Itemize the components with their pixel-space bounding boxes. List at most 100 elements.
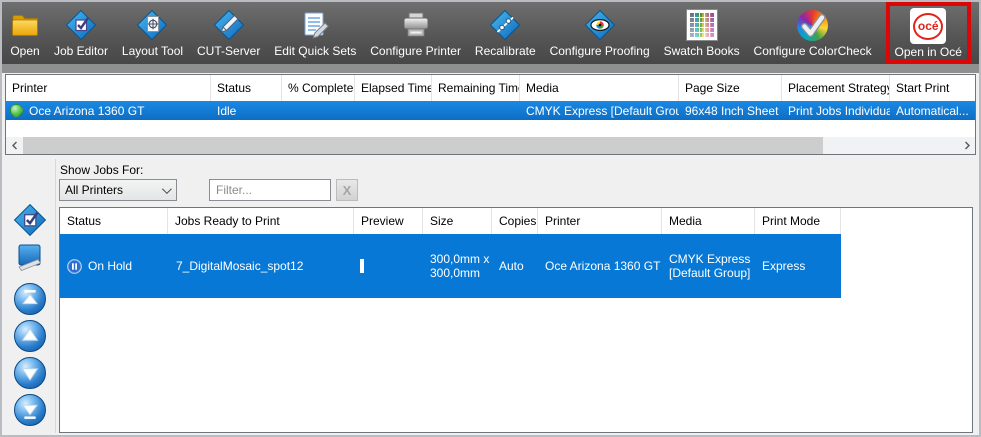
layout-tool-button[interactable]: Layout Tool	[122, 2, 183, 64]
printer-placement-strategy: Print Jobs Individually	[782, 104, 890, 118]
column-header-elapsed-time[interactable]: Elapsed Time	[355, 75, 432, 101]
show-jobs-for-label: Show Jobs For:	[60, 163, 143, 177]
column-header-status[interactable]: Status	[211, 75, 282, 101]
color-wheel-check-icon	[797, 7, 828, 43]
printer-table-hscrollbar[interactable]	[6, 137, 975, 154]
recalibrate-button[interactable]: Recalibrate	[475, 2, 536, 64]
jobs-table-empty-area	[60, 298, 972, 432]
move-job-up-button[interactable]	[14, 320, 46, 352]
toolbar-button-label: Recalibrate	[475, 44, 536, 58]
job-media-line1: CMYK Express	[669, 252, 755, 266]
job-status: On Hold	[88, 259, 132, 273]
color-swatch-grid-icon	[687, 7, 717, 43]
printer-row-selected[interactable]: Oce Arizona 1360 GT Idle CMYK Express [D…	[6, 101, 975, 120]
arrow-up-icon	[15, 320, 45, 352]
scrollbar-thumb[interactable]	[23, 137, 823, 154]
toolbar-button-label: CUT-Server	[197, 44, 260, 58]
job-copies: Auto	[492, 259, 538, 273]
arrow-down-icon	[15, 357, 45, 389]
toolbar-button-label: Configure ColorCheck	[754, 44, 872, 58]
job-editor-diamond-icon	[13, 203, 47, 237]
toolbar-button-label: Open in Océ	[895, 45, 962, 59]
column-header-printer[interactable]: Printer	[6, 75, 211, 101]
column-header-page-size[interactable]: Page Size	[679, 75, 782, 101]
toolbar-button-label: Edit Quick Sets	[274, 44, 356, 58]
edit-quick-sets-button[interactable]: Edit Quick Sets	[274, 2, 356, 64]
filter-input[interactable]	[209, 179, 331, 201]
recalibrate-icon	[489, 7, 521, 43]
job-name: 7_DigitalMosaic_spot12	[168, 259, 354, 273]
layout-tool-icon	[136, 7, 168, 43]
job-size-line2: 300,0mm	[430, 266, 492, 280]
column-header-percent-complete[interactable]: % Complete	[282, 75, 355, 101]
on-hold-pause-icon	[67, 259, 82, 274]
column-header-jobs-ready[interactable]: Jobs Ready to Print	[168, 208, 354, 234]
main-toolbar: Open Job Editor Layout To	[2, 2, 979, 64]
cut-server-button[interactable]: CUT-Server	[197, 2, 260, 64]
eye-icon	[584, 7, 616, 43]
oce-logo-text: océ	[918, 20, 939, 32]
printer-status: Idle	[211, 104, 282, 118]
notepad-pencil-icon	[299, 7, 331, 43]
scrollbar-track[interactable]	[823, 137, 958, 154]
job-actions-sidebar	[4, 159, 56, 433]
job-preview-thumbnail	[360, 259, 364, 273]
edit-job-sidebar-button[interactable]	[15, 241, 45, 271]
job-editor-icon	[65, 7, 97, 43]
jobs-header-filler	[841, 208, 972, 234]
printer-page-size: 96x48 Inch Sheet	[679, 104, 782, 118]
job-editor-button[interactable]: Job Editor	[54, 2, 108, 64]
configure-proofing-button[interactable]: Configure Proofing	[550, 2, 650, 64]
toolbar-button-label: Job Editor	[54, 44, 108, 58]
column-header-copies[interactable]: Copies	[492, 208, 538, 234]
cut-server-icon	[213, 7, 245, 43]
toolbar-button-label: Layout Tool	[122, 44, 183, 58]
toolbar-button-label: Open	[10, 44, 39, 58]
printer-table-header: Printer Status % Complete Elapsed Time R…	[6, 75, 975, 101]
swatch-books-button[interactable]: Swatch Books	[664, 2, 740, 64]
printer-table-empty-area	[6, 120, 975, 137]
job-printer: Oce Arizona 1360 GT	[538, 259, 662, 273]
printer-status-green-light	[10, 104, 23, 117]
column-header-media[interactable]: Media	[662, 208, 755, 234]
open-in-oce-button[interactable]: océ Open in Océ	[886, 2, 971, 64]
arrow-down-bar-icon	[15, 394, 45, 426]
column-header-start-print[interactable]: Start Print	[890, 75, 975, 101]
arrow-up-bar-icon	[15, 283, 45, 315]
printer-queue-panel: Printer Status % Complete Elapsed Time R…	[5, 74, 976, 155]
job-print-mode: Express	[755, 259, 841, 273]
move-job-to-top-button[interactable]	[14, 283, 46, 315]
column-header-remaining-time[interactable]: Remaining Time	[432, 75, 520, 101]
printer-name: Oce Arizona 1360 GT	[29, 104, 144, 118]
configure-printer-button[interactable]: Configure Printer	[370, 2, 461, 64]
printer-media: CMYK Express [Default Group]	[520, 104, 679, 118]
job-editor-sidebar-button[interactable]	[13, 203, 47, 237]
move-job-down-button[interactable]	[14, 357, 46, 389]
job-row-selected[interactable]: On Hold 7_DigitalMosaic_spot12 300,0mm x…	[60, 234, 841, 298]
scroll-left-arrow-icon[interactable]	[6, 137, 23, 154]
toolbar-button-label: Swatch Books	[664, 44, 740, 58]
column-header-media[interactable]: Media	[520, 75, 679, 101]
oce-logo-icon: océ	[910, 8, 946, 44]
open-button[interactable]: Open	[10, 2, 40, 64]
jobs-ready-to-print-panel: Status Jobs Ready to Print Preview Size …	[59, 207, 973, 433]
column-header-status[interactable]: Status	[60, 208, 168, 234]
scroll-right-arrow-icon[interactable]	[958, 137, 975, 154]
column-header-size[interactable]: Size	[423, 208, 492, 234]
toolbar-button-label: Configure Printer	[370, 44, 461, 58]
configure-colorcheck-button[interactable]: Configure ColorCheck	[754, 2, 872, 64]
job-size-line1: 300,0mm x	[430, 252, 492, 266]
printer-start-print: Automatical...	[890, 104, 975, 118]
column-header-printer[interactable]: Printer	[538, 208, 662, 234]
column-header-preview[interactable]: Preview	[354, 208, 423, 234]
printer-icon	[400, 7, 432, 43]
show-jobs-selected-value: All Printers	[65, 183, 123, 197]
chevron-down-icon	[162, 184, 172, 194]
toolbar-divider	[2, 64, 979, 73]
move-job-to-bottom-button[interactable]	[14, 394, 46, 426]
show-jobs-select[interactable]: All Printers	[59, 179, 177, 201]
clear-filter-button[interactable]: X	[336, 179, 358, 201]
job-media-line2: [Default Group]	[669, 266, 755, 280]
column-header-placement-strategy[interactable]: Placement Strategy	[782, 75, 890, 101]
column-header-print-mode[interactable]: Print Mode	[755, 208, 841, 234]
